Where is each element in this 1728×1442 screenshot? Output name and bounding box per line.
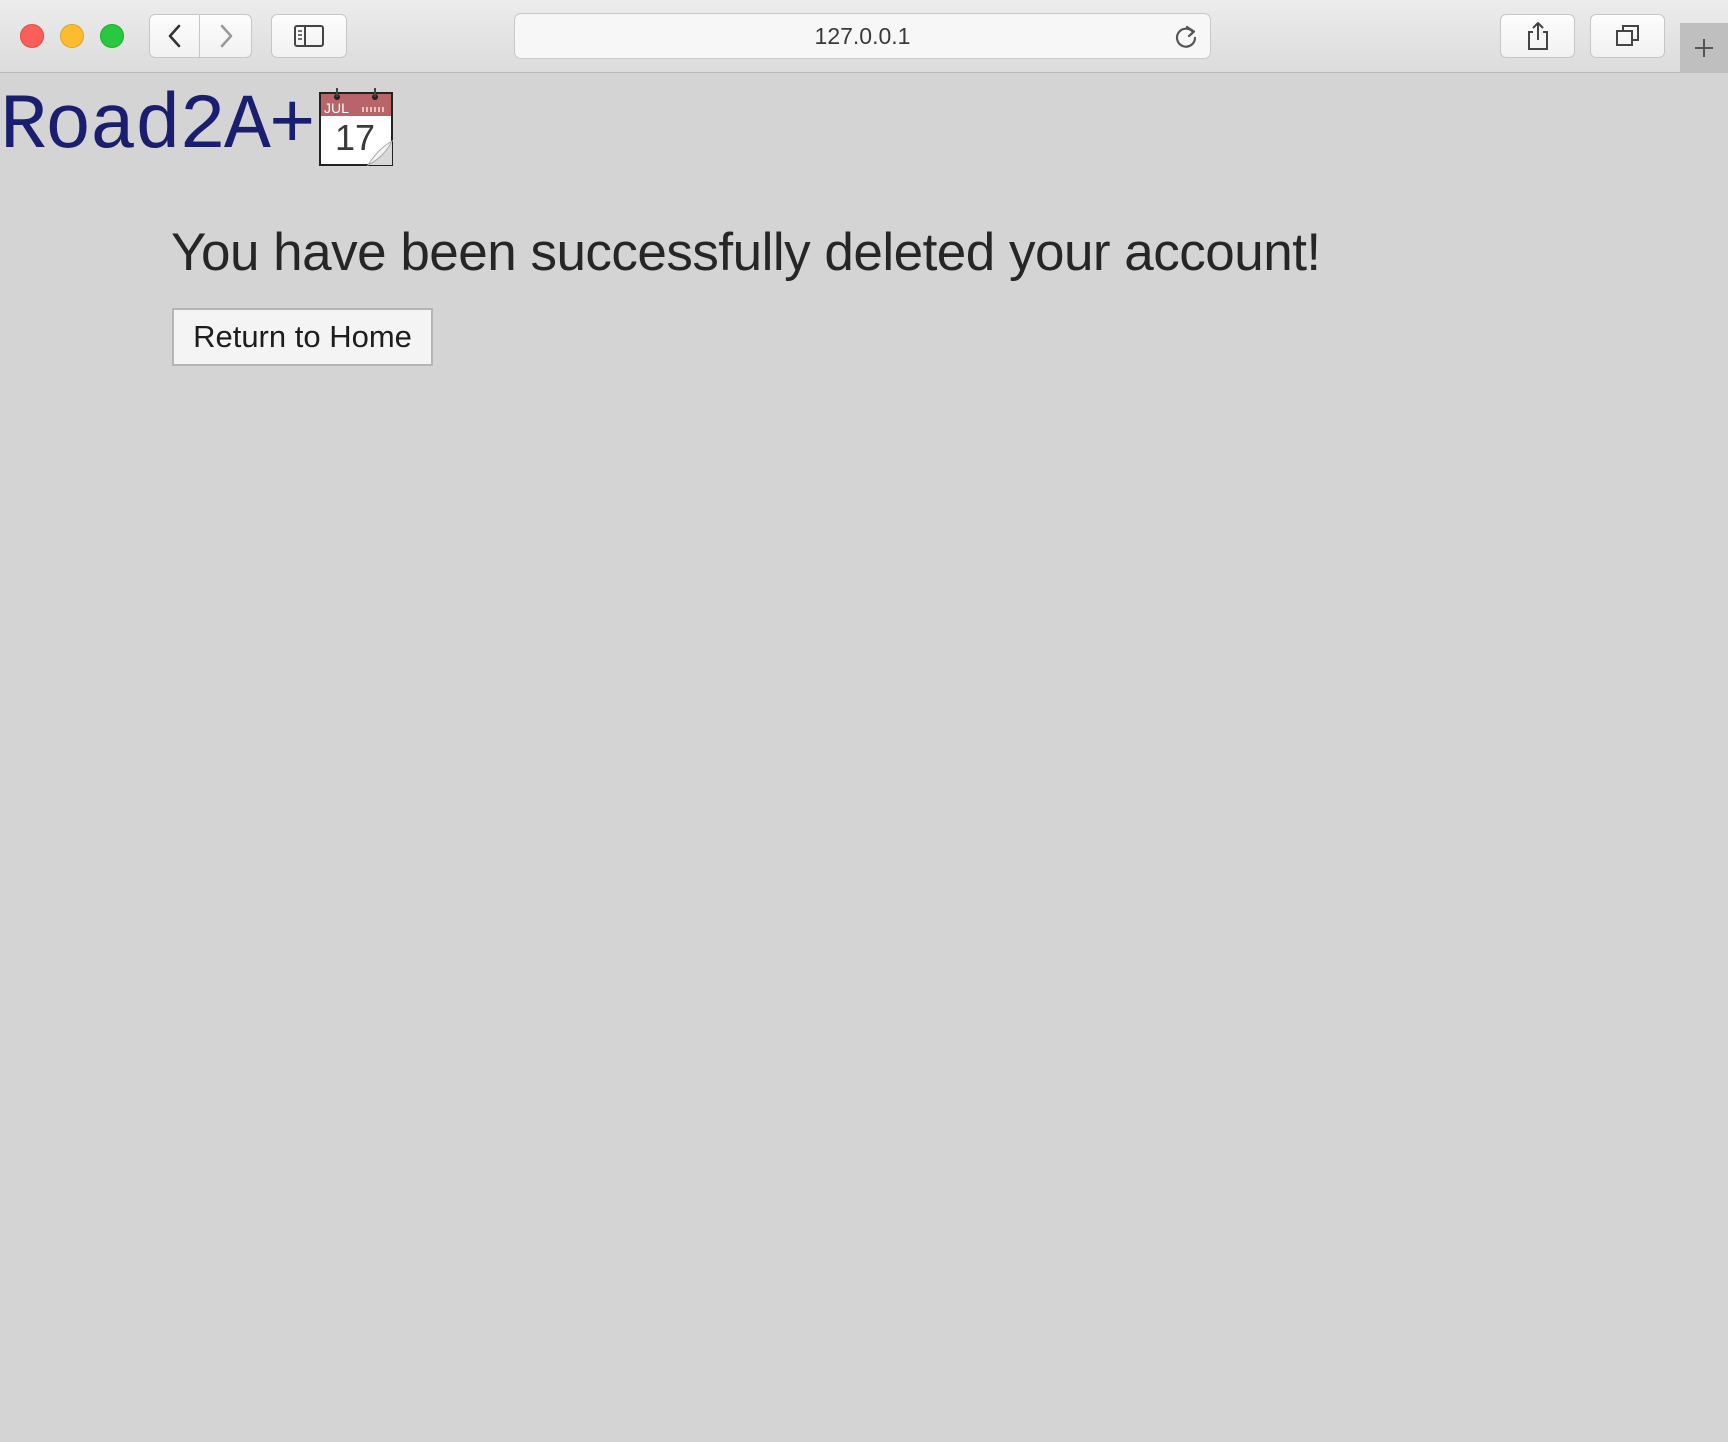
show-tabs-button[interactable]	[1590, 14, 1665, 58]
plus-icon	[1695, 39, 1713, 57]
sidebar-icon	[294, 25, 324, 47]
calendar-icon: JUL 17	[318, 88, 393, 167]
chevron-left-icon	[168, 24, 180, 48]
back-button[interactable]	[149, 14, 200, 58]
share-icon	[1527, 22, 1548, 50]
new-tab-button[interactable]	[1680, 23, 1728, 73]
reload-icon[interactable]	[1172, 23, 1200, 51]
return-to-home-button[interactable]: Return to Home	[172, 308, 433, 366]
address-bar[interactable]: 127.0.0.1	[514, 13, 1211, 59]
share-button[interactable]	[1500, 14, 1575, 58]
maximize-window-button[interactable]	[100, 24, 124, 48]
logo-text: Road2A+	[0, 83, 316, 171]
page-heading: You have been successfully deleted your …	[171, 223, 1321, 282]
chevron-right-icon	[220, 24, 232, 48]
forward-button[interactable]	[200, 14, 252, 58]
site-logo[interactable]: Road2A+ JUL 17	[0, 85, 394, 169]
calendar-day: 17	[335, 117, 375, 158]
url-text: 127.0.0.1	[814, 22, 911, 49]
minimize-window-button[interactable]	[60, 24, 84, 48]
tabs-icon	[1615, 25, 1639, 46]
browser-toolbar: 127.0.0.1	[0, 0, 1728, 73]
sidebar-toggle-button[interactable]	[271, 14, 347, 58]
calendar-month: JUL	[324, 100, 349, 116]
close-window-button[interactable]	[20, 24, 44, 48]
